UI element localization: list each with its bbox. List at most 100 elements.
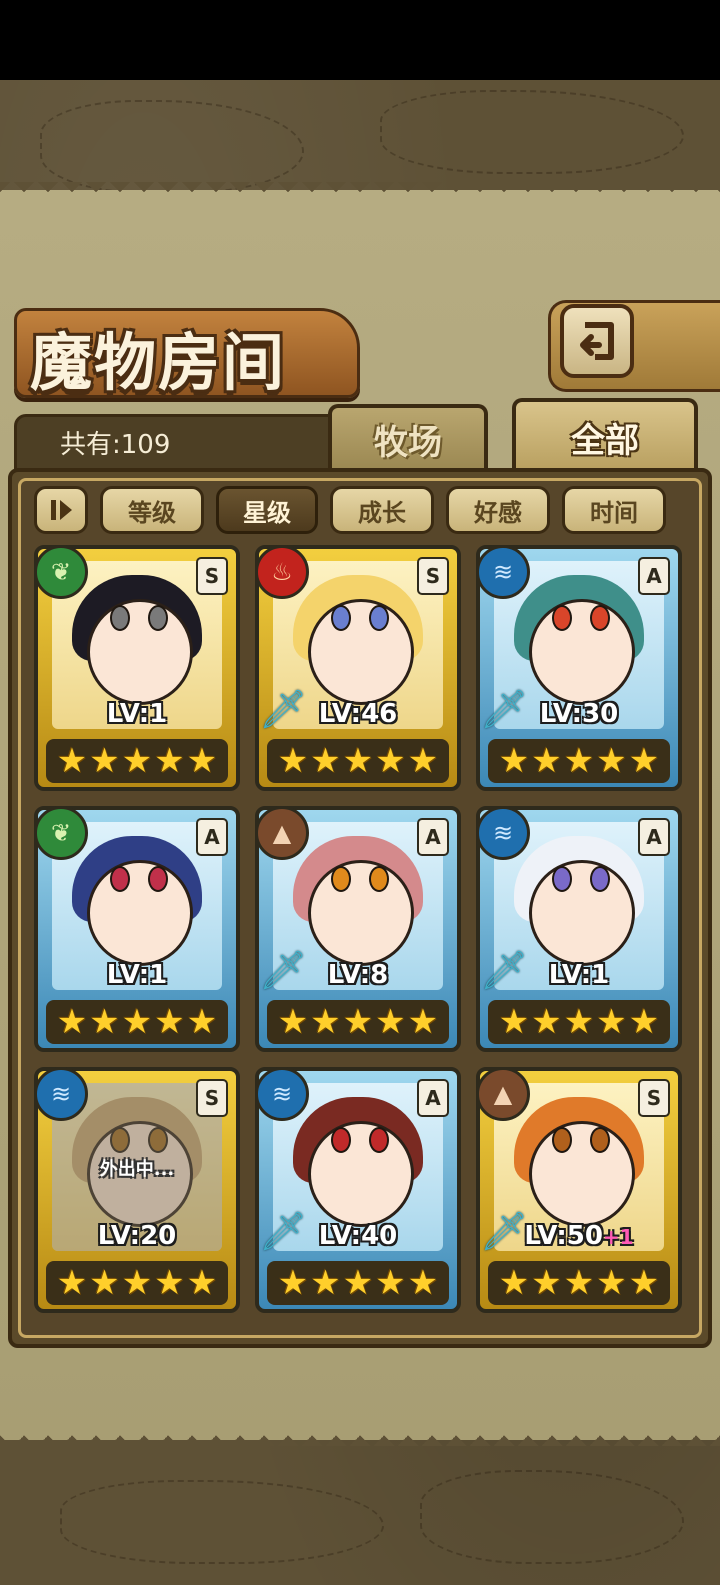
- star-icon: ★: [186, 741, 218, 781]
- rank-badge: S: [196, 557, 228, 595]
- rank-badge: A: [417, 1079, 449, 1117]
- monster-card[interactable]: 外出中... ≋ S LV:20 ★ ★ ★ ★ ★: [34, 1067, 240, 1313]
- level-label: LV:1: [38, 699, 236, 729]
- star-icon: ★: [121, 1002, 153, 1042]
- star-icon: ★: [342, 741, 374, 781]
- star-icon: ★: [407, 741, 439, 781]
- panel-bottom-edge: [0, 1428, 720, 1446]
- level-value: LV:1: [106, 699, 168, 729]
- sort-growth-button[interactable]: 成长: [330, 486, 434, 534]
- level-label: LV:46: [259, 699, 457, 729]
- star-icon: ★: [375, 1002, 406, 1042]
- sort-time-button[interactable]: 时间: [562, 486, 666, 534]
- star-icon: ★: [563, 1263, 595, 1303]
- element-water-icon: ≋: [476, 806, 530, 860]
- monster-card[interactable]: ≋ A 🗡 LV:30 ★ ★ ★ ★ ★: [476, 545, 682, 791]
- monster-card[interactable]: ≋ A 🗡 LV:1 ★ ★ ★ ★ ★: [476, 806, 682, 1052]
- element-earth-icon: ▲: [476, 1067, 530, 1121]
- star-rating: ★ ★ ★ ★ ★: [46, 1261, 228, 1305]
- star-icon: ★: [121, 1263, 153, 1303]
- tab-ranch[interactable]: 牧场: [328, 404, 488, 470]
- star-icon: ★: [89, 741, 120, 781]
- star-icon: ★: [154, 1002, 185, 1042]
- rank-badge: A: [417, 818, 449, 856]
- rank-badge: S: [638, 1079, 670, 1117]
- star-rating: ★ ★ ★ ★ ★: [46, 1000, 228, 1044]
- star-icon: ★: [310, 1263, 341, 1303]
- rank-badge: A: [638, 818, 670, 856]
- sort-star-button[interactable]: 星级: [216, 486, 318, 534]
- level-label: LV:1: [38, 960, 236, 990]
- star-icon: ★: [277, 1002, 309, 1042]
- star-icon: ★: [186, 1263, 218, 1303]
- star-rating: ★ ★ ★ ★ ★: [488, 739, 670, 783]
- element-grass-icon: ❦: [34, 806, 88, 860]
- star-rating: ★ ★ ★ ★ ★: [488, 1000, 670, 1044]
- star-icon: ★: [563, 741, 595, 781]
- monster-card[interactable]: ❦ A LV:1 ★ ★ ★ ★ ★: [34, 806, 240, 1052]
- star-icon: ★: [56, 741, 88, 781]
- star-icon: ★: [154, 1263, 185, 1303]
- panel-top-edge: [0, 182, 720, 200]
- page-title: 魔物房间: [30, 326, 287, 399]
- status-label: 外出中...: [99, 1159, 175, 1180]
- rank-badge: A: [638, 557, 670, 595]
- monster-card[interactable]: ▲ A 🗡 LV:8 ★ ★ ★ ★ ★: [255, 806, 461, 1052]
- back-button[interactable]: [560, 304, 634, 378]
- element-fire-icon: ♨: [255, 545, 309, 599]
- monster-card[interactable]: ♨ S 🗡 LV:46 ★ ★ ★ ★ ★: [255, 545, 461, 791]
- level-label: LV:40: [259, 1221, 457, 1251]
- star-icon: ★: [310, 1002, 341, 1042]
- star-icon: ★: [342, 1002, 374, 1042]
- level-value: LV:50: [524, 1221, 603, 1251]
- star-icon: ★: [310, 741, 341, 781]
- element-grass-icon: ❦: [34, 545, 88, 599]
- star-icon: ★: [154, 741, 185, 781]
- star-icon: ★: [375, 741, 406, 781]
- star-icon: ★: [531, 741, 562, 781]
- rank-badge: S: [417, 557, 449, 595]
- sort-order-icon: [51, 500, 72, 520]
- star-icon: ★: [596, 1002, 627, 1042]
- monster-card[interactable]: ❦ S LV:1 ★ ★ ★ ★ ★: [34, 545, 240, 791]
- star-icon: ★: [498, 1002, 530, 1042]
- star-icon: ★: [498, 741, 530, 781]
- monster-card[interactable]: ≋ A 🗡 LV:40 ★ ★ ★ ★ ★: [255, 1067, 461, 1313]
- level-label: LV:1: [480, 960, 678, 990]
- level-label: LV:20: [38, 1221, 236, 1251]
- status-bar: [0, 0, 720, 80]
- star-icon: ★: [277, 1263, 309, 1303]
- monster-card[interactable]: ▲ S 🗡 LV:50+1 ★ ★ ★ ★ ★: [476, 1067, 682, 1313]
- rank-badge: A: [196, 818, 228, 856]
- star-icon: ★: [89, 1263, 120, 1303]
- star-icon: ★: [563, 1002, 595, 1042]
- star-icon: ★: [531, 1002, 562, 1042]
- level-value: LV:8: [327, 960, 389, 990]
- star-icon: ★: [628, 741, 660, 781]
- star-rating: ★ ★ ★ ★ ★: [267, 739, 449, 783]
- level-bonus: +1: [602, 1225, 634, 1249]
- element-earth-icon: ▲: [255, 806, 309, 860]
- monster-count: 共有:109: [60, 430, 171, 460]
- back-arrow-icon: [580, 322, 614, 360]
- star-icon: ★: [596, 741, 627, 781]
- star-icon: ★: [407, 1263, 439, 1303]
- sort-level-button[interactable]: 等级: [100, 486, 204, 534]
- level-value: LV:30: [539, 699, 619, 729]
- star-icon: ★: [121, 741, 153, 781]
- sort-affection-button[interactable]: 好感: [446, 486, 550, 534]
- star-icon: ★: [407, 1002, 439, 1042]
- star-icon: ★: [628, 1002, 660, 1042]
- element-water-icon: ≋: [34, 1067, 88, 1121]
- level-label: LV:8: [259, 960, 457, 990]
- star-icon: ★: [342, 1263, 374, 1303]
- star-icon: ★: [56, 1002, 88, 1042]
- star-rating: ★ ★ ★ ★ ★: [46, 739, 228, 783]
- level-value: LV:46: [318, 699, 398, 729]
- tab-all[interactable]: 全部: [512, 398, 698, 472]
- element-water-icon: ≋: [255, 1067, 309, 1121]
- sort-order-toggle[interactable]: [34, 486, 88, 534]
- rank-badge: S: [196, 1079, 228, 1117]
- star-icon: ★: [498, 1263, 530, 1303]
- level-value: LV:40: [318, 1221, 398, 1251]
